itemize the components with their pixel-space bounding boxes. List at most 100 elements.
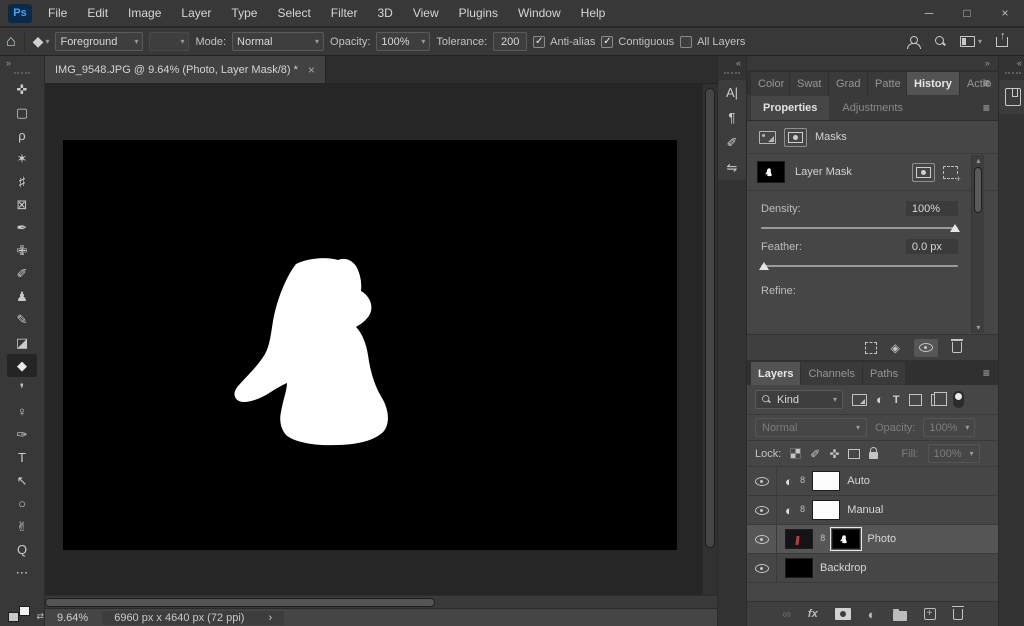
lock-pixels-icon[interactable]: ✐ bbox=[810, 447, 820, 461]
anti-alias-checkbox[interactable]: ✓ Anti-alias bbox=[533, 36, 595, 48]
status-chevron-icon[interactable]: › bbox=[268, 612, 272, 624]
collapse-dock-icon[interactable]: « bbox=[718, 56, 746, 70]
workspace-switcher[interactable]: ▾ bbox=[960, 36, 982, 47]
layer-filter-dropdown[interactable]: Kind ▾ bbox=[755, 390, 843, 409]
toolbar-grip[interactable] bbox=[14, 72, 30, 74]
export-share-icon[interactable] bbox=[996, 37, 1008, 47]
lock-all-icon[interactable] bbox=[869, 452, 878, 459]
menu-image[interactable]: Image bbox=[118, 0, 171, 27]
tab-patterns[interactable]: Patte bbox=[868, 72, 906, 95]
expand-dock-icon[interactable]: » bbox=[747, 56, 998, 70]
document-info[interactable]: 6960 px x 4640 px (72 ppi) › bbox=[102, 611, 284, 625]
tab-swatches[interactable]: Swat bbox=[790, 72, 828, 95]
visibility-eye-icon[interactable] bbox=[747, 554, 777, 582]
lock-position-icon[interactable]: ✜ bbox=[829, 447, 839, 461]
scroll-up-icon[interactable]: ▴ bbox=[972, 156, 985, 165]
layer-row-manual[interactable]: ◐ 8 Manual bbox=[747, 496, 998, 525]
libraries-panel-icon[interactable] bbox=[1005, 88, 1021, 106]
menu-help[interactable]: Help bbox=[571, 0, 616, 27]
clone-stamp-tool[interactable]: ♟ bbox=[7, 285, 37, 308]
tab-actions[interactable]: Actio bbox=[960, 72, 998, 95]
menu-edit[interactable]: Edit bbox=[77, 0, 118, 27]
density-slider-thumb[interactable] bbox=[950, 224, 960, 232]
lock-artboard-icon[interactable] bbox=[848, 449, 860, 459]
foreground-color-swatch[interactable] bbox=[8, 612, 19, 622]
filter-type-layers-icon[interactable]: T bbox=[893, 394, 900, 406]
share-document-icon[interactable] bbox=[907, 36, 921, 48]
visibility-eye-icon[interactable] bbox=[747, 467, 777, 495]
type-tool[interactable]: T bbox=[7, 446, 37, 469]
layer-mask-canvas[interactable] bbox=[63, 140, 677, 550]
delete-layer-icon[interactable] bbox=[953, 609, 963, 620]
layer-style-icon[interactable]: fx bbox=[808, 608, 818, 620]
all-layers-checkbox[interactable]: All Layers bbox=[680, 36, 745, 48]
paragraph-panel-icon[interactable]: ¶ bbox=[729, 111, 736, 124]
toggle-mask-visibility-icon[interactable] bbox=[914, 339, 938, 357]
density-value[interactable]: 100% bbox=[906, 201, 958, 216]
brush-settings-panel-icon[interactable]: ✐ bbox=[727, 136, 738, 149]
maximize-button[interactable]: □ bbox=[948, 0, 986, 27]
ellipse-tool[interactable]: ○ bbox=[7, 492, 37, 515]
swap-colors-icon[interactable]: ⇄ bbox=[36, 611, 44, 622]
menu-file[interactable]: File bbox=[38, 0, 77, 27]
tab-adjustments[interactable]: Adjustments bbox=[830, 96, 915, 120]
tab-properties[interactable]: Properties bbox=[751, 96, 829, 120]
layer-mask-thumbnail[interactable] bbox=[757, 161, 785, 183]
apply-mask-icon[interactable]: ◈ bbox=[891, 341, 900, 355]
fill-source-dropdown[interactable]: Foreground▾ bbox=[55, 32, 143, 51]
blend-mode-dropdown[interactable]: Normal▾ bbox=[755, 418, 867, 437]
layer-name[interactable]: Photo bbox=[867, 533, 896, 545]
history-brush-tool[interactable]: ✎ bbox=[7, 308, 37, 331]
rectangular-marquee-tool[interactable]: ▢ bbox=[7, 101, 37, 124]
new-layer-icon[interactable]: + bbox=[924, 608, 936, 620]
pen-tool[interactable]: ✑ bbox=[7, 423, 37, 446]
pixel-layer-icon[interactable] bbox=[759, 131, 776, 144]
paint-bucket-preset-icon[interactable]: ◆▾ bbox=[33, 33, 50, 50]
scroll-down-icon[interactable]: ▾ bbox=[972, 323, 985, 332]
layer-row-photo[interactable]: 8 Photo bbox=[747, 525, 998, 554]
feather-value[interactable]: 0.0 px bbox=[906, 239, 958, 254]
background-color-swatch[interactable] bbox=[19, 606, 30, 616]
tab-layers[interactable]: Layers bbox=[751, 362, 800, 385]
document-tab[interactable]: IMG_9548.JPG @ 9.64% (Photo, Layer Mask/… bbox=[45, 56, 326, 83]
character-panel-icon[interactable]: A| bbox=[726, 86, 738, 99]
layer-thumbnail[interactable] bbox=[785, 558, 813, 578]
mask-select-icon[interactable] bbox=[784, 128, 807, 147]
mode-dropdown[interactable]: Normal▾ bbox=[232, 32, 324, 51]
home-icon[interactable]: ⌂ bbox=[6, 33, 16, 51]
panel-menu-icon[interactable]: ≡ bbox=[983, 76, 990, 90]
minimize-button[interactable]: ─ bbox=[910, 0, 948, 27]
layer-name[interactable]: Auto bbox=[847, 475, 870, 487]
tolerance-input[interactable]: 200 bbox=[493, 32, 527, 51]
brush-tool[interactable]: ✐ bbox=[7, 262, 37, 285]
filter-smart-objects-icon[interactable] bbox=[931, 394, 942, 406]
toolbar-collapse-icon[interactable]: » bbox=[0, 56, 44, 70]
lasso-tool[interactable]: ρ bbox=[7, 124, 37, 147]
panel-menu-icon[interactable]: ≡ bbox=[983, 101, 990, 115]
menu-filter[interactable]: Filter bbox=[321, 0, 368, 27]
crop-tool[interactable]: ♯ bbox=[7, 170, 37, 193]
layer-row-auto[interactable]: ◐ 8 Auto bbox=[747, 467, 998, 496]
panel-scrollbar[interactable]: ▴ ▾ bbox=[971, 155, 984, 333]
close-button[interactable]: × bbox=[986, 0, 1024, 27]
tab-color[interactable]: Color bbox=[751, 72, 789, 95]
opacity-dropdown[interactable]: 100%▾ bbox=[376, 32, 430, 51]
layer-mask-thumbnail[interactable] bbox=[812, 471, 840, 491]
tool-settings-panel-icon[interactable]: ⇋ bbox=[727, 161, 738, 174]
horizontal-scrollbar[interactable] bbox=[45, 595, 717, 608]
layer-row-backdrop[interactable]: Backdrop bbox=[747, 554, 998, 583]
filter-pixel-layers-icon[interactable] bbox=[852, 394, 867, 406]
frame-tool[interactable]: ⊠ bbox=[7, 193, 37, 216]
add-vector-mask-icon[interactable] bbox=[943, 166, 958, 179]
close-tab-icon[interactable]: × bbox=[308, 63, 315, 77]
filter-adjustment-layers-icon[interactable]: ◐ bbox=[876, 392, 884, 407]
link-layers-icon[interactable]: ∞ bbox=[782, 607, 791, 621]
search-icon[interactable] bbox=[935, 36, 946, 47]
zoom-tool[interactable]: Q bbox=[7, 538, 37, 561]
menu-view[interactable]: View bbox=[403, 0, 449, 27]
collapse-dock-icon[interactable]: « bbox=[999, 56, 1024, 70]
filter-shape-layers-icon[interactable] bbox=[909, 394, 922, 406]
feather-slider-thumb[interactable] bbox=[759, 262, 769, 270]
tab-history[interactable]: History bbox=[907, 72, 959, 95]
paint-bucket-tool[interactable]: ◆ bbox=[7, 354, 37, 377]
